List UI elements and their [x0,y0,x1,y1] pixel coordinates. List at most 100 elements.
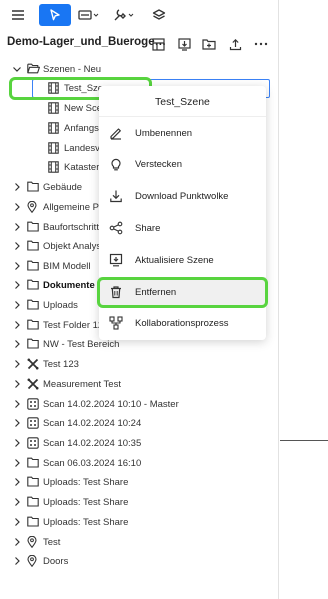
tree-item-label: Dokumente [43,280,95,291]
menu-item-label: Umbenennen [135,128,193,139]
menu-item-umbenennen[interactable]: Umbenennen [99,118,266,148]
import-icon[interactable] [176,36,192,52]
tree-item-label: Test Folder 12 [43,320,104,331]
tree-item-label: Kataster [64,162,100,173]
chevron-right-icon[interactable] [12,399,22,409]
chevron-right-icon[interactable] [12,222,22,232]
chevron-right-icon[interactable] [12,320,22,330]
folder-icon [27,319,39,331]
tree-item-label: Uploads: Test Share [43,477,129,488]
tree-item-label: Uploads: Test Share [43,497,129,508]
menu-item-download-punktwolke[interactable]: Download Punktwolke [99,181,266,211]
tree-item-label: Szenen - Neu [43,64,102,75]
scene-icon [48,161,60,173]
context-menu-divider [99,116,266,117]
menu-icon[interactable] [9,4,27,26]
menu-item-label: Verstecken [135,159,182,170]
highlight-entfernen [97,277,268,308]
menu-item-label: Share [135,223,161,234]
chevron-right-icon[interactable] [12,241,22,251]
tree-item[interactable]: Scan 14.02.2024 10:10 - Master [0,395,278,414]
chevron-right-icon[interactable] [12,182,22,192]
chevron-down-icon[interactable] [12,64,22,74]
project-header: Demo-Lager_und_Bueroge… [0,34,280,54]
tree-item[interactable]: Scan 14.02.2024 10:35 [0,434,278,453]
more-icon[interactable] [253,36,269,52]
collaboration-icon [109,316,123,330]
menu-item-kollaborationsprozess[interactable]: Kollaborationsprozess [99,308,266,338]
menu-item-label: Aktualisiere Szene [135,255,214,266]
tree-item[interactable]: Uploads: Test Share [0,493,278,512]
tree-item[interactable]: Measurement Test [0,375,278,394]
tree-item[interactable]: Uploads: Test Share [0,473,278,492]
measure-icon [27,378,39,390]
measure-icon [27,358,39,370]
new-folder-icon[interactable] [201,36,217,52]
share-icon [109,221,123,235]
folder-icon [27,476,39,488]
scan-icon [27,417,39,429]
tree-item-label: Scan 14.02.2024 10:10 - Master [43,399,179,410]
chevron-right-icon[interactable] [12,261,22,271]
tree-item[interactable]: Scan 14.02.2024 10:24 [0,414,278,433]
menu-item-aktualisiere-szene[interactable]: Aktualisiere Szene [99,245,266,275]
chevron-right-icon[interactable] [12,458,22,468]
tree-item-label: Uploads [43,300,78,311]
chevron-right-icon[interactable] [12,438,22,448]
panel-divider [278,0,279,599]
tree-item-label: Objekt Analyse [43,241,107,252]
scan-icon [27,398,39,410]
tree-item-label: Test 123 [43,359,79,370]
chevron-right-icon[interactable] [12,537,22,547]
download-icon [109,189,123,203]
tree-item-label: Uploads: Test Share [43,517,129,528]
chevron-right-icon[interactable] [12,280,22,290]
tree-item-label: Gebäude [43,182,83,193]
folder-open-icon [27,63,40,75]
chevron-right-icon[interactable] [12,202,22,212]
tools-icon[interactable] [112,4,136,26]
menu-item-label: Download Punktwolke [135,191,229,202]
folder-icon [27,338,39,350]
upload-icon[interactable] [227,36,243,52]
folder-icon [27,181,39,193]
tree-item-label: Scan 14.02.2024 10:35 [43,438,142,449]
tree-item-label: Scan 06.03.2024 16:10 [43,458,142,469]
folder-icon [27,299,39,311]
view-mode-icon[interactable] [77,4,101,26]
menu-item-share[interactable]: Share [99,213,266,243]
pin-icon [27,200,39,214]
add-scene-icon[interactable] [150,36,166,52]
tree-item[interactable]: Test 123 [0,355,278,374]
folder-icon [27,516,39,528]
project-title: Demo-Lager_und_Bueroge… [7,36,167,48]
scene-icon [48,142,60,154]
menu-item-verstecken[interactable]: Verstecken [99,149,266,179]
pin-icon [27,535,39,549]
tree-item-label: Measurement Test [43,379,121,390]
chevron-right-icon[interactable] [12,379,22,389]
chevron-right-icon[interactable] [12,359,22,369]
menu-item-label: Kollaborationsprozess [135,318,229,329]
layers-icon[interactable] [150,4,168,26]
scene-icon [48,122,60,134]
folder-icon [27,279,39,291]
scan-icon [27,437,39,449]
folder-icon [27,457,39,469]
tree-item[interactable]: Uploads: Test Share [0,513,278,532]
tree-item-label: Scan 14.02.2024 10:24 [43,418,142,429]
tree-item-label: Test [43,537,61,548]
chevron-right-icon[interactable] [12,497,22,507]
tree-item[interactable]: Scan 06.03.2024 16:10 [0,454,278,473]
folder-icon [27,260,39,272]
folder-icon [27,496,39,508]
tree-item[interactable]: Doors [0,552,278,571]
chevron-right-icon[interactable] [12,477,22,487]
select-pointer-icon[interactable] [39,4,71,26]
chevron-right-icon[interactable] [12,300,22,310]
chevron-right-icon[interactable] [12,339,22,349]
chevron-right-icon[interactable] [12,556,22,566]
chevron-right-icon[interactable] [12,517,22,527]
chevron-right-icon[interactable] [12,418,22,428]
tree-item[interactable]: Test [0,533,278,552]
